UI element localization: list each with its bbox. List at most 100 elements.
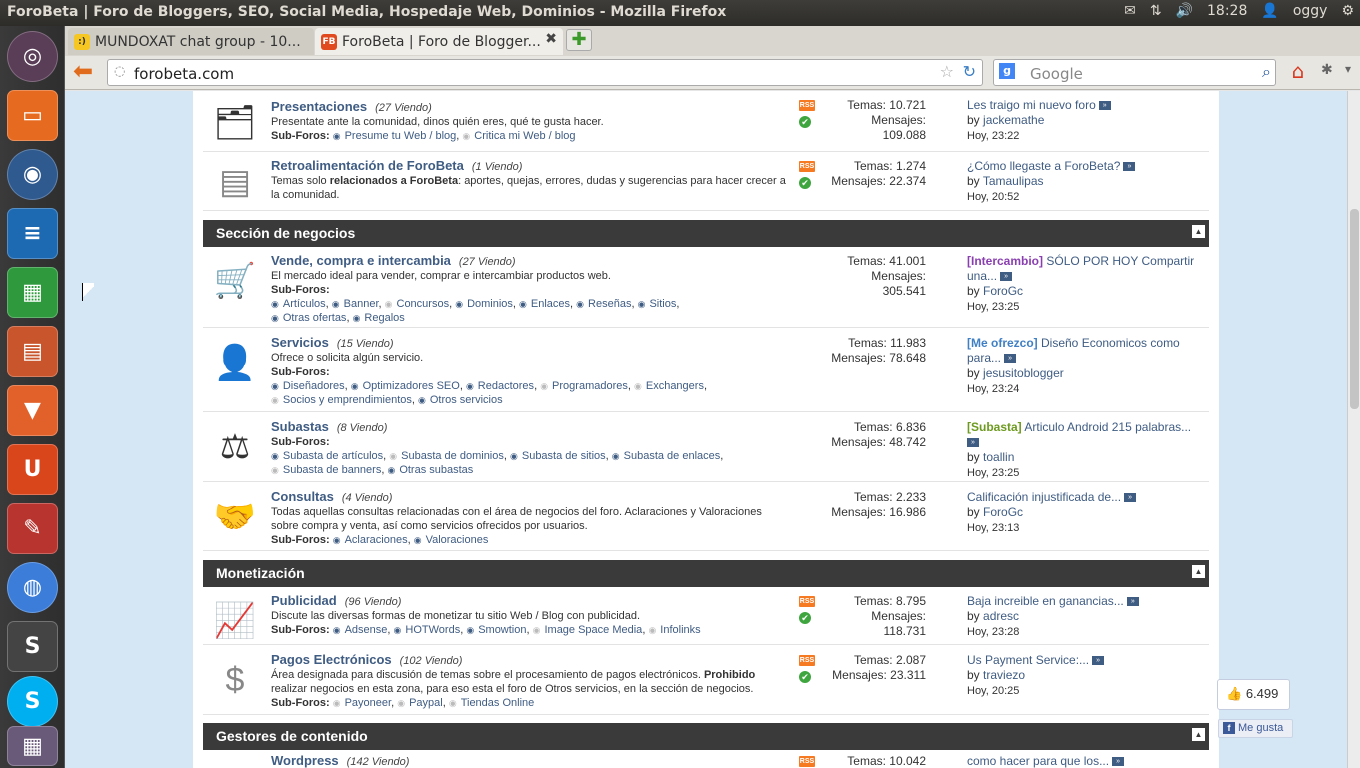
forum-link[interactable]: Publicidad [271, 593, 337, 608]
subforum-link[interactable]: Reseñas [576, 298, 631, 310]
writer-icon[interactable]: ≡ [7, 208, 58, 259]
subforum-link[interactable]: Otras ofertas [271, 312, 346, 324]
forum-link[interactable]: Vende, compra e intercambia [271, 253, 451, 268]
last-post-link[interactable]: Les traigo mi nuevo foro [967, 98, 1096, 112]
subforum-link[interactable]: Subasta de dominios [389, 450, 504, 462]
volume-icon[interactable]: 🔊 [1176, 3, 1193, 19]
skype-icon[interactable]: S [7, 676, 58, 727]
last-post-link[interactable]: Us Payment Service:... [967, 653, 1089, 667]
new-tab-button[interactable]: ✚ [566, 29, 592, 51]
last-post-link[interactable]: Baja increible en ganancias... [967, 594, 1124, 608]
go-to-post-icon[interactable]: » [1000, 272, 1013, 282]
go-to-post-icon[interactable]: » [1092, 656, 1105, 666]
subforum-link[interactable]: Subasta de artículos [271, 450, 383, 462]
search-icon[interactable]: ⌕ [1262, 62, 1271, 82]
collapse-icon[interactable]: ▲ [1192, 225, 1205, 238]
firefox-icon[interactable]: ◉ [7, 149, 58, 200]
clock[interactable]: 18:28 [1207, 3, 1247, 19]
go-to-post-icon[interactable]: » [1123, 162, 1136, 172]
tab-mundoxat[interactable]: :) MUNDOXAT chat group - 10... [68, 28, 314, 55]
bookmark-star-icon[interactable]: ☆ [940, 62, 954, 81]
subforum-link[interactable]: Diseñadores [271, 380, 345, 392]
author-link[interactable]: jesusitoblogger [983, 366, 1064, 380]
go-to-post-icon[interactable]: » [1112, 757, 1125, 767]
back-arrow-icon[interactable]: ⬅ [73, 59, 99, 85]
gear-icon[interactable]: ⚙ [1341, 3, 1354, 19]
subforum-link[interactable]: Payoneer [333, 697, 391, 709]
author-link[interactable]: adresc [983, 609, 1019, 623]
subforum-link[interactable]: Redactores [466, 380, 534, 392]
impress-icon[interactable]: ▤ [7, 326, 58, 377]
tab-forobeta[interactable]: FB ForoBeta | Foro de Blogger... ✖ [315, 28, 563, 55]
subforum-link[interactable]: Adsense [333, 624, 388, 636]
go-to-post-icon[interactable]: » [1098, 101, 1111, 111]
subforum-link[interactable]: Sitios [638, 298, 677, 310]
facebook-like-button[interactable]: f Me gusta [1218, 719, 1293, 738]
reload-icon[interactable]: ↻ [963, 62, 976, 81]
subforum-link[interactable]: Presume tu Web / blog [333, 130, 457, 142]
ubuntu-dash-icon[interactable]: ◎ [7, 31, 58, 82]
menu-chevron-down-icon[interactable]: ▾ [1345, 62, 1351, 76]
subforum-link[interactable]: Concursos [385, 298, 449, 310]
go-to-post-icon[interactable]: » [1004, 354, 1017, 364]
subforum-link[interactable]: Subasta de banners [271, 464, 381, 476]
subforum-link[interactable]: Otras subastas [387, 464, 473, 476]
subforum-link[interactable]: Banner [332, 298, 379, 310]
system-settings-icon[interactable]: ✎ [7, 503, 58, 554]
workspace-switcher-icon[interactable]: ▦ [7, 726, 58, 766]
author-link[interactable]: ForoGc [983, 505, 1023, 519]
section-title[interactable]: Monetización [216, 565, 305, 581]
subforum-link[interactable]: Aclaraciones [333, 534, 408, 546]
user-icon[interactable]: 👤 [1261, 3, 1278, 19]
last-post-link[interactable]: como hacer para que los... [967, 754, 1109, 768]
forum-link[interactable]: Consultas [271, 489, 334, 504]
chrome-icon[interactable]: ◍ [7, 562, 58, 613]
subforum-link[interactable]: Smowtion [466, 624, 526, 636]
subforum-link[interactable]: Critica mi Web / blog [462, 130, 575, 142]
section-title[interactable]: Sección de negocios [216, 225, 355, 241]
forum-link[interactable]: Subastas [271, 419, 329, 434]
collapse-icon[interactable]: ▲ [1192, 728, 1205, 741]
mail-icon[interactable]: ✉ [1124, 3, 1136, 19]
subforum-link[interactable]: Dominios [455, 298, 513, 310]
home-icon[interactable]: ⌂ [1285, 59, 1311, 85]
url-bar[interactable]: ◌ forobeta.com ☆ ↻ [107, 59, 983, 86]
author-link[interactable]: jackemathe [983, 113, 1044, 127]
forum-link[interactable]: Presentaciones [271, 99, 367, 114]
author-link[interactable]: traviezo [983, 668, 1025, 682]
subforum-link[interactable]: Enlaces [519, 298, 570, 310]
subforum-link[interactable]: HOTWords [394, 624, 461, 636]
collapse-icon[interactable]: ▲ [1192, 565, 1205, 578]
calc-icon[interactable]: ▦ [7, 267, 58, 318]
files-icon[interactable]: ▭ [7, 90, 58, 141]
subforum-link[interactable]: Infolinks [648, 624, 700, 636]
go-to-post-icon[interactable]: » [967, 438, 979, 448]
author-link[interactable]: ForoGc [983, 284, 1023, 298]
author-link[interactable]: Tamaulipas [983, 174, 1044, 188]
software-center-icon[interactable]: ▼ [7, 385, 58, 436]
subforum-link[interactable]: Image Space Media [533, 624, 643, 636]
go-to-post-icon[interactable]: » [1126, 597, 1139, 607]
section-title[interactable]: Gestores de contenido [216, 728, 368, 744]
author-link[interactable]: toallin [983, 450, 1014, 464]
forum-link[interactable]: Servicios [271, 335, 329, 350]
forum-link[interactable]: Wordpress [271, 753, 339, 768]
search-box[interactable]: g Google ⌕ [993, 59, 1276, 86]
subforum-link[interactable]: Artículos [271, 298, 326, 310]
subforum-link[interactable]: Optimizadores SEO [351, 380, 460, 392]
user-name[interactable]: oggy [1293, 3, 1328, 19]
subforum-link[interactable]: Programadores [540, 380, 628, 392]
subforum-link[interactable]: Subasta de sitios [510, 450, 606, 462]
subforum-link[interactable]: Tiendas Online [449, 697, 534, 709]
addon-icon[interactable]: ✱ [1321, 62, 1333, 78]
page-scrollbar[interactable] [1347, 91, 1360, 768]
subforum-link[interactable]: Paypal [397, 697, 443, 709]
last-post-link[interactable]: Calificación injustificada de... [967, 490, 1121, 504]
close-icon[interactable]: ✖ [545, 31, 557, 47]
subforum-link[interactable]: Valoraciones [414, 534, 489, 546]
ubuntu-one-icon[interactable]: U [7, 444, 58, 495]
sublime-icon[interactable]: S [7, 621, 58, 672]
network-icon[interactable]: ⇅ [1150, 3, 1162, 19]
subforum-link[interactable]: Subasta de enlaces [612, 450, 721, 462]
last-post-link[interactable]: Articulo Android 215 palabras... [1022, 420, 1191, 434]
